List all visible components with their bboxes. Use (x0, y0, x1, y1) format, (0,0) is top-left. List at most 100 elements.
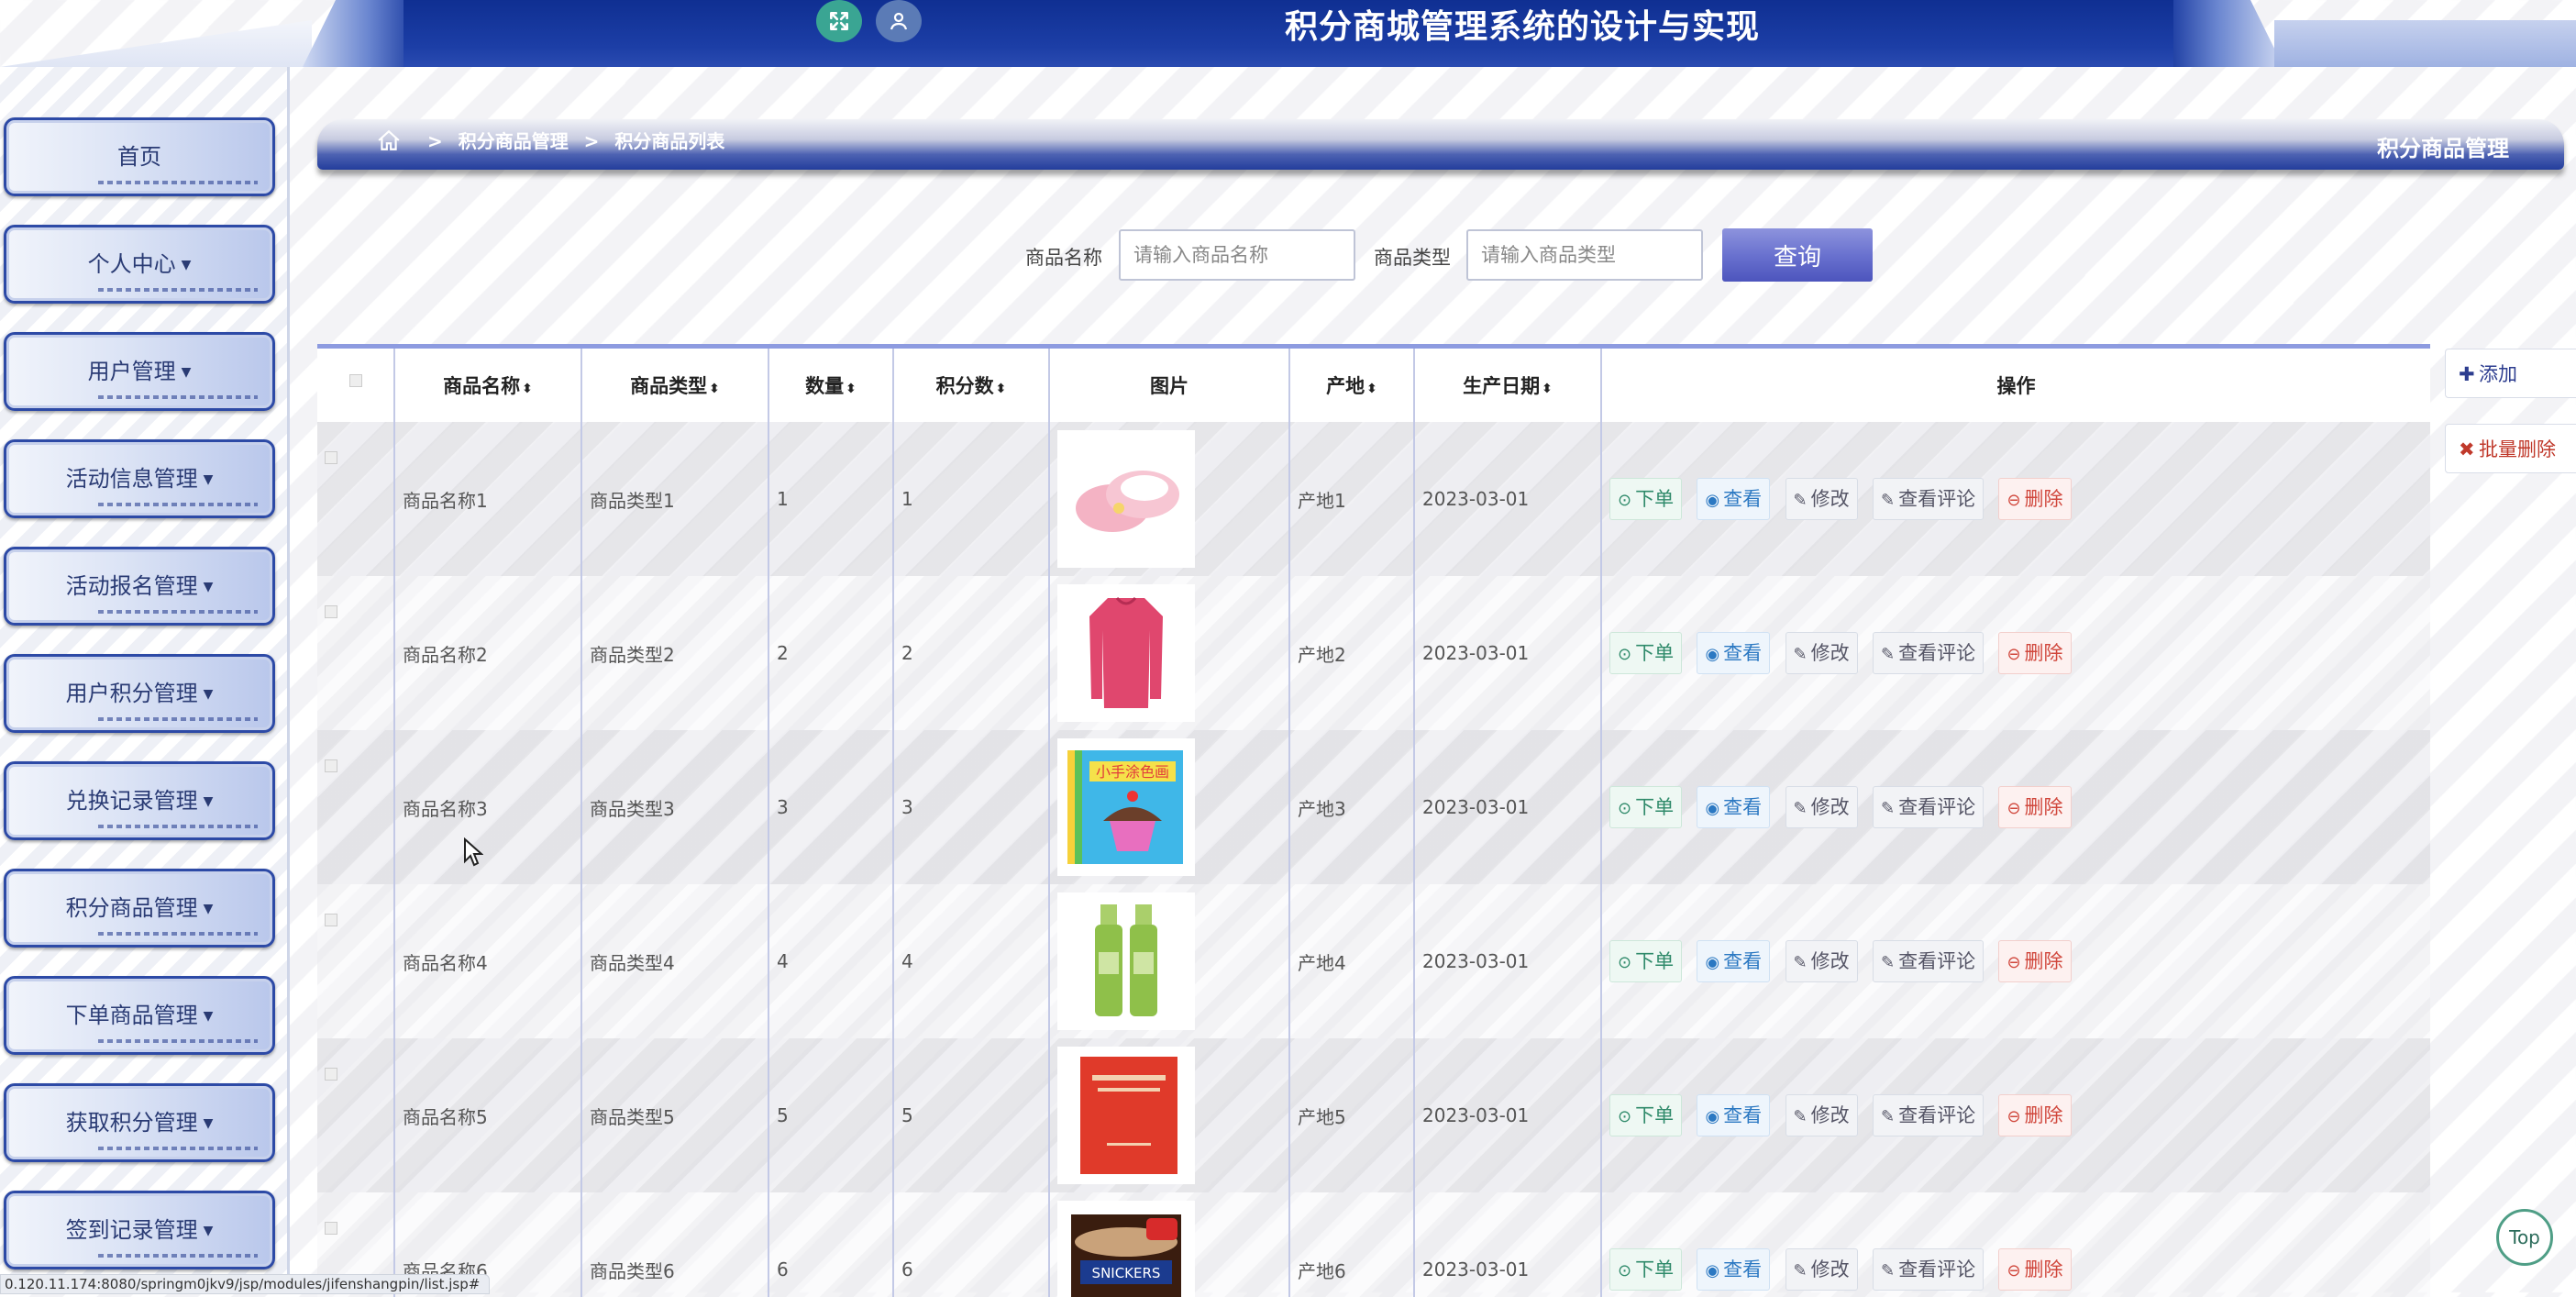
edit-button[interactable]: ✎ 修改 (1785, 632, 1858, 674)
order-button[interactable]: ⊙ 下单 (1609, 940, 1683, 982)
sidebar-item-label: 用户积分管理 (65, 681, 198, 706)
view-button[interactable]: ◉ 查看 (1697, 478, 1771, 520)
user-icon[interactable] (876, 0, 922, 42)
check-circle-icon: ⊙ (1618, 1107, 1632, 1126)
col-header-points[interactable]: 积分数 ⬍ (892, 349, 1049, 422)
batch-delete-button[interactable]: ✖ 批量删除 (2445, 424, 2576, 473)
caret-down-icon: ▼ (203, 902, 214, 916)
sidebar-item-personal-center[interactable]: 个人中心 ▼ (4, 225, 275, 304)
search-button[interactable]: 查询 (1722, 228, 1873, 282)
coloring-book-image: 小手涂色画 (1057, 738, 1195, 876)
delete-button[interactable]: ⊖ 删除 (1998, 786, 2072, 828)
view-button[interactable]: ◉ 查看 (1697, 940, 1771, 982)
edit-button[interactable]: ✎ 修改 (1785, 1248, 1858, 1291)
delete-button[interactable]: ⊖ 删除 (1998, 1248, 2072, 1291)
sidebar-item-label: 兑换记录管理 (65, 788, 198, 814)
view-button[interactable]: ◉ 查看 (1697, 786, 1771, 828)
cell-qty: 3 (768, 730, 893, 884)
sidebar-item-label: 活动报名管理 (65, 573, 198, 599)
order-button[interactable]: ⊙ 下单 (1609, 1094, 1683, 1136)
row-checkbox[interactable] (325, 451, 337, 464)
top-header: 积分商城管理系统的设计与实现 (0, 0, 2576, 67)
edit-button[interactable]: ✎ 修改 (1785, 786, 1858, 828)
select-all-checkbox[interactable] (348, 374, 362, 387)
delete-button[interactable]: ⊖ 删除 (1998, 940, 2072, 982)
col-header-origin[interactable]: 产地 ⬍ (1288, 349, 1414, 422)
breadcrumb-item[interactable]: 积分商品管理 (459, 130, 569, 152)
col-header-type[interactable]: 商品类型 ⬍ (580, 349, 768, 422)
caret-down-icon: ▼ (203, 1009, 214, 1024)
home-icon[interactable] (377, 129, 401, 156)
sidebar-item-label: 个人中心 (87, 251, 176, 277)
row-select-cell (317, 422, 394, 576)
view-reviews-button[interactable]: ✎ 查看评论 (1872, 478, 1985, 520)
sidebar-item-exchange-records[interactable]: 兑换记录管理 ▼ (4, 761, 275, 840)
sidebar-item-user-management[interactable]: 用户管理 ▼ (4, 332, 275, 411)
sidebar-item-home[interactable]: 首页 (4, 117, 275, 196)
back-to-top-button[interactable]: Top (2496, 1209, 2553, 1266)
order-button[interactable]: ⊙ 下单 (1609, 1248, 1683, 1291)
view-button[interactable]: ◉ 查看 (1697, 1094, 1771, 1136)
check-circle-icon: ⊙ (1618, 799, 1632, 818)
sidebar-item-checkin-records[interactable]: 签到记录管理 ▼ (4, 1191, 275, 1269)
product-name-input[interactable] (1119, 229, 1355, 281)
pencil-icon: ✎ (1880, 491, 1896, 510)
order-button[interactable]: ⊙ 下单 (1609, 786, 1683, 828)
check-circle-icon: ⊙ (1618, 953, 1632, 972)
add-button[interactable]: ✚ 添加 (2445, 349, 2576, 398)
view-reviews-button[interactable]: ✎ 查看评论 (1872, 940, 1985, 982)
row-checkbox[interactable] (325, 1222, 337, 1235)
row-checkbox[interactable] (325, 605, 337, 618)
order-button[interactable]: ⊙ 下单 (1609, 632, 1683, 674)
cell-qty: 2 (768, 576, 893, 730)
select-all-header[interactable] (317, 349, 394, 422)
order-button[interactable]: ⊙ 下单 (1609, 478, 1683, 520)
sidebar-item-order-products[interactable]: 下单商品管理 ▼ (4, 976, 275, 1055)
sidebar-item-user-points[interactable]: 用户积分管理 ▼ (4, 654, 275, 733)
cell-type: 商品类型4 (580, 884, 768, 1038)
col-header-qty[interactable]: 数量 ⬍ (768, 349, 893, 422)
view-reviews-button[interactable]: ✎ 查看评论 (1872, 1094, 1985, 1136)
row-checkbox[interactable] (325, 1068, 337, 1081)
row-select-cell (317, 1038, 394, 1192)
delete-button[interactable]: ⊖ 删除 (1998, 478, 2072, 520)
cosmetics-bottles-image (1057, 892, 1195, 1030)
eye-icon: ◉ (1705, 1107, 1720, 1126)
cell-name: 商品名称4 (393, 884, 581, 1038)
sidebar-item-points-products[interactable]: 积分商品管理 ▼ (4, 869, 275, 948)
expand-icon[interactable] (816, 0, 862, 42)
svg-text:小手涂色画: 小手涂色画 (1096, 763, 1169, 781)
delete-button[interactable]: ⊖ 删除 (1998, 632, 2072, 674)
view-button[interactable]: ◉ 查看 (1697, 1248, 1771, 1291)
svg-text:SNICKERS: SNICKERS (1092, 1265, 1161, 1281)
sidebar-item-activity-signup[interactable]: 活动报名管理 ▼ (4, 547, 275, 626)
slippers-image (1057, 430, 1195, 568)
row-checkbox[interactable] (325, 914, 337, 926)
caret-down-icon: ▼ (203, 1116, 214, 1131)
col-header-date[interactable]: 生产日期 ⬍ (1413, 349, 1601, 422)
edit-button[interactable]: ✎ 修改 (1785, 940, 1858, 982)
breadcrumb-separator: > (583, 130, 600, 152)
row-checkbox[interactable] (325, 759, 337, 772)
view-reviews-button[interactable]: ✎ 查看评论 (1872, 1248, 1985, 1291)
sweater-image (1057, 584, 1195, 722)
edit-button[interactable]: ✎ 修改 (1785, 478, 1858, 520)
pencil-icon: ✎ (1880, 645, 1896, 664)
product-type-input[interactable] (1466, 229, 1703, 281)
sidebar-item-activity-info[interactable]: 活动信息管理 ▼ (4, 439, 275, 518)
sidebar-item-label: 签到记录管理 (65, 1217, 198, 1243)
row-select-cell (317, 730, 394, 884)
col-header-name[interactable]: 商品名称 ⬍ (393, 349, 581, 422)
cell-image: 小手涂色画 (1048, 730, 1289, 884)
breadcrumb-separator: > (426, 130, 443, 152)
view-reviews-button[interactable]: ✎ 查看评论 (1872, 786, 1985, 828)
breadcrumb: > 积分商品管理 > 积分商品列表 (377, 127, 724, 156)
edit-button[interactable]: ✎ 修改 (1785, 1094, 1858, 1136)
sidebar-item-earn-points[interactable]: 获取积分管理 ▼ (4, 1083, 275, 1162)
delete-button[interactable]: ⊖ 删除 (1998, 1094, 2072, 1136)
pencil-icon: ✎ (1793, 1261, 1808, 1280)
snack-tub-image: SNICKERS (1057, 1201, 1195, 1297)
table-row: 商品名称4 商品类型4 4 4 产地4 2023-03-01 ⊙ 下单 ◉ 查看 ✎… (317, 884, 2430, 1038)
view-reviews-button[interactable]: ✎ 查看评论 (1872, 632, 1985, 674)
view-button[interactable]: ◉ 查看 (1697, 632, 1771, 674)
